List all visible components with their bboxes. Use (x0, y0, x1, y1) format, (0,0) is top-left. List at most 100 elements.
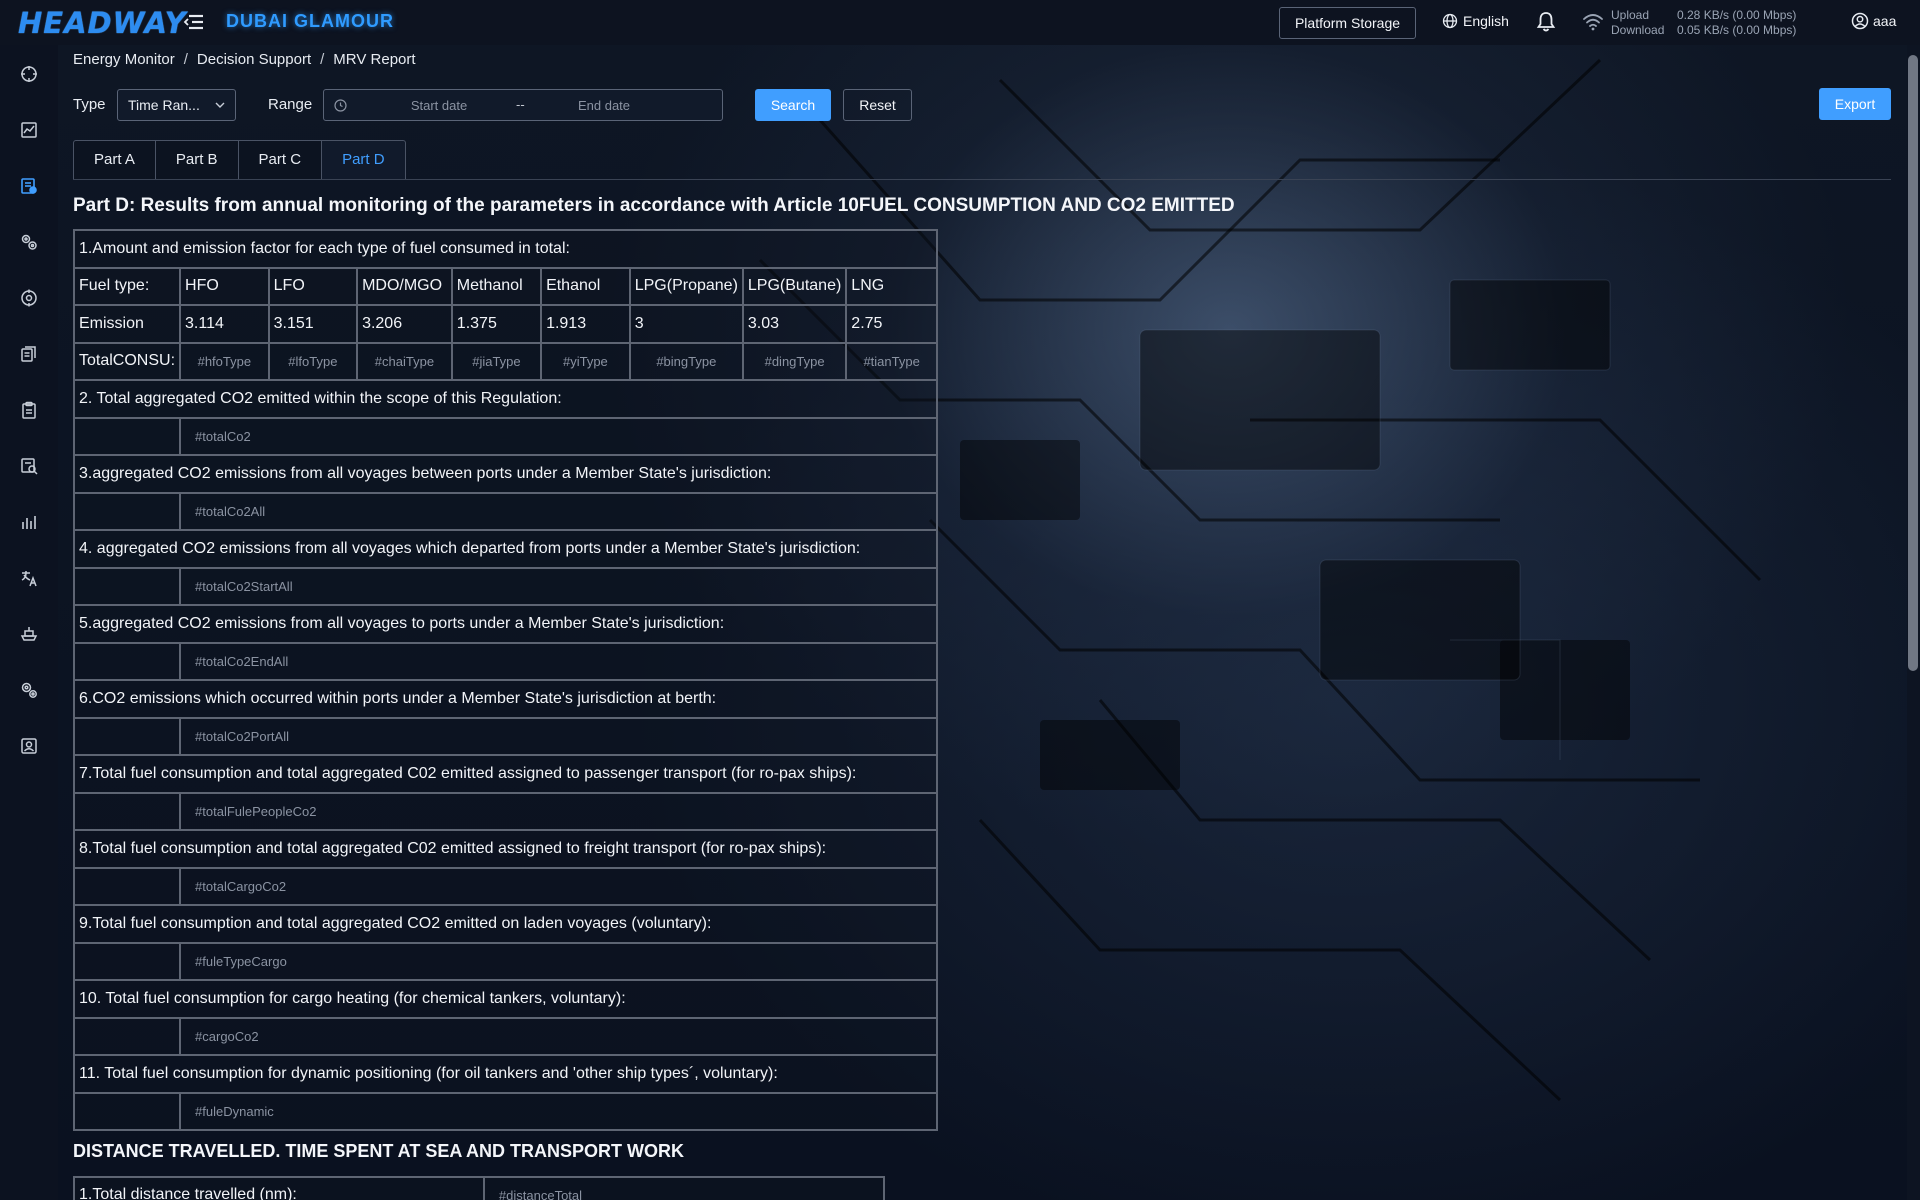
sidebar-item-reports[interactable] (18, 175, 40, 197)
crosshair-icon (21, 66, 37, 82)
distance-section-title: DISTANCE TRAVELLED. TIME SPENT AT SEA AN… (73, 1141, 684, 1161)
chevron-down-icon (215, 102, 225, 108)
end-date-input[interactable] (539, 94, 669, 116)
empty-cell (72, 791, 182, 831)
tabs-divider (73, 179, 1891, 180)
sidebar-item-charts[interactable] (18, 119, 40, 141)
translate-icon (21, 571, 37, 587)
table-row: #cargoCo2 (72, 1016, 938, 1056)
sidebar-item-clipboard[interactable] (18, 399, 40, 421)
table-row: 8.Total fuel consumption and total aggre… (73, 829, 938, 869)
settings-icon (21, 682, 37, 698)
table-row: 6.CO2 emissions which occurred within po… (73, 679, 938, 719)
language-label: English (1463, 13, 1509, 29)
sidebar-item-user-card[interactable] (18, 735, 40, 757)
breadcrumb-mrv-report: MRV Report (333, 51, 416, 68)
fuel-type-label: Fuel type: (72, 266, 182, 306)
item-value: #fuleDynamic (179, 1091, 938, 1131)
platform-storage-button[interactable]: Platform Storage (1279, 7, 1416, 39)
total-consumption-label: TotalCONSU: (72, 341, 182, 381)
empty-cell (72, 416, 182, 456)
item-value: #totalCo2EndAll (179, 641, 938, 681)
table-row: 3.aggregated CO2 emissions from all voya… (73, 454, 938, 494)
breadcrumb-energy-monitor[interactable]: Energy Monitor (73, 51, 175, 68)
fuel-type-cell: Ethanol (540, 266, 631, 306)
part-tabs: Part A Part B Part C Part D (73, 140, 406, 180)
fuel-type-cell: LPG(Butane) (741, 266, 848, 306)
distance-label: 1.Total distance travelled (nm): (73, 1176, 485, 1200)
user-card-icon (21, 738, 37, 754)
upload-label: Upload (1611, 8, 1650, 22)
tab-part-b[interactable]: Part B (155, 140, 239, 180)
sidebar-item-target[interactable] (18, 287, 40, 309)
start-date-input[interactable] (374, 94, 504, 116)
tab-part-c[interactable]: Part C (238, 140, 323, 180)
headway-logo: HEADWAY (18, 6, 187, 40)
table-row: 9.Total fuel consumption and total aggre… (73, 904, 938, 944)
upload-speed: 0.28 KB/s (0.00 Mbps) (1677, 8, 1797, 22)
total-consumption-value: #jiaType (450, 341, 543, 381)
fuel-type-cell: HFO (179, 266, 270, 306)
breadcrumb: Energy Monitor / Decision Support / MRV … (73, 51, 416, 68)
main-content: Energy Monitor / Decision Support / MRV … (72, 45, 1893, 1200)
bell-icon[interactable] (1536, 11, 1556, 33)
empty-cell (72, 866, 182, 906)
sidebar-item-translate[interactable] (18, 567, 40, 589)
user-menu[interactable]: aaa (1851, 12, 1896, 30)
table-row: #fuleTypeCargo (72, 941, 938, 981)
export-button[interactable]: Export (1819, 88, 1891, 120)
item-label: 6.CO2 emissions which occurred within po… (73, 679, 938, 719)
menu-toggle-icon[interactable] (183, 12, 205, 32)
item-label: 4. aggregated CO2 emissions from all voy… (73, 529, 938, 569)
date-range-picker[interactable]: -- (323, 89, 723, 121)
item-value: #totalCo2All (179, 491, 938, 531)
item-label: 3.aggregated CO2 emissions from all voya… (73, 454, 938, 494)
distance-value: #distanceTotal (482, 1176, 886, 1200)
search-button[interactable]: Search (755, 89, 831, 121)
clock-icon (334, 99, 347, 112)
emission-value: 3 (628, 304, 744, 344)
fuel-heading: 1.Amount and emission factor for each ty… (73, 229, 938, 269)
sidebar-item-statistics[interactable] (18, 511, 40, 533)
sidebar-item-ship[interactable] (18, 623, 40, 645)
emission-value: 1.375 (450, 304, 543, 344)
item-label: 8.Total fuel consumption and total aggre… (73, 829, 938, 869)
table-row: 5.aggregated CO2 emissions from all voya… (73, 604, 938, 644)
sidebar-item-gears[interactable] (18, 231, 40, 253)
reset-button[interactable]: Reset (843, 89, 912, 121)
sidebar-item-documents[interactable] (18, 343, 40, 365)
emission-value: 3.114 (179, 304, 270, 344)
user-icon (1851, 12, 1869, 30)
user-name: aaa (1873, 13, 1897, 29)
total-consumption-value: #lfoType (267, 341, 359, 381)
language-switcher[interactable]: English (1442, 13, 1509, 29)
sidebar-item-analysis[interactable] (18, 455, 40, 477)
breadcrumb-decision-support[interactable]: Decision Support (197, 51, 311, 68)
bar-chart-icon (22, 516, 36, 529)
tab-part-a[interactable]: Part A (73, 140, 156, 180)
tab-part-d[interactable]: Part D (322, 140, 406, 180)
type-select[interactable]: Time Ran... (117, 89, 236, 121)
item-label: 5.aggregated CO2 emissions from all voya… (73, 604, 938, 644)
item-value: #totalFulePeopleCo2 (179, 791, 938, 831)
fuel-type-cell: Methanol (450, 266, 543, 306)
chart-icon (21, 122, 37, 138)
ship-name: DUBAI GLAMOUR (226, 11, 394, 31)
ship-icon (20, 627, 38, 641)
total-consumption-row: TotalCONSU: #hfoType #lfoType #chaiType … (72, 341, 938, 381)
item-value: #fuleTypeCargo (179, 941, 938, 981)
scrollbar-thumb[interactable] (1908, 55, 1918, 671)
type-select-value: Time Ran... (128, 97, 200, 113)
breadcrumb-separator: / (183, 51, 188, 68)
table-row: 10. Total fuel consumption for cargo hea… (73, 979, 938, 1019)
emission-label: Emission (72, 304, 182, 344)
item-value: #totalCargoCo2 (179, 866, 938, 906)
total-consumption-value: #chaiType (356, 341, 453, 381)
item-label: 10. Total fuel consumption for cargo hea… (73, 979, 938, 1019)
sidebar-item-monitor[interactable] (18, 63, 40, 85)
fuel-type-cell: MDO/MGO (356, 266, 453, 306)
sidebar-item-settings[interactable] (18, 679, 40, 701)
emission-value: 3.206 (356, 304, 453, 344)
table-row: #totalCo2EndAll (72, 641, 938, 681)
empty-cell (72, 641, 182, 681)
